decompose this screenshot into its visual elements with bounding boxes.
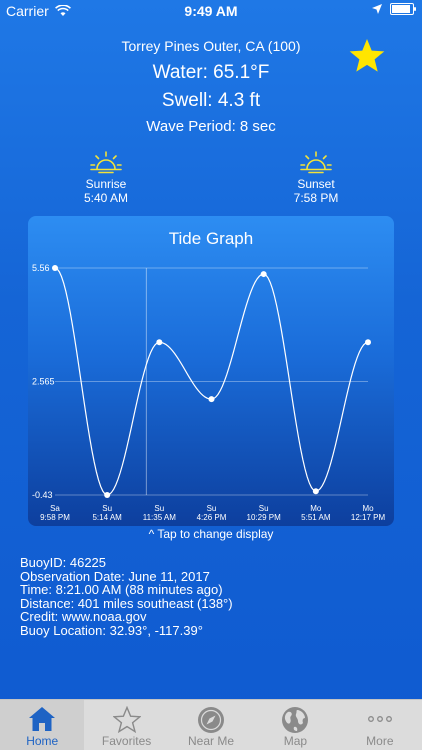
star-icon — [349, 39, 385, 72]
tab-near-me-label: Near Me — [188, 734, 235, 748]
favorite-star-button[interactable] — [348, 38, 386, 79]
x-tick-time: 12:17 PM — [351, 513, 386, 522]
y-tick-label: 5.56 — [32, 263, 50, 273]
x-tick-time: 10:29 PM — [247, 513, 282, 522]
tide-graph-card[interactable]: Tide Graph 5.56 2.565 -0.43 Sa 9:58 PM Su 5:14… — [28, 216, 394, 526]
tide-point — [104, 492, 111, 498]
home-icon — [29, 707, 56, 731]
tab-map[interactable]: Map — [253, 700, 337, 750]
tide-point — [365, 339, 371, 346]
compass-icon — [198, 707, 225, 733]
x-tick-day: Su — [207, 504, 217, 513]
battery-icon — [390, 3, 416, 15]
buoy-distance: Distance: 401 miles southeast (138°) — [20, 595, 233, 611]
buoy-location: Buoy Location: 32.93°, -117.39° — [20, 622, 203, 638]
tab-more-label: More — [366, 734, 394, 748]
x-tick-day: Su — [259, 504, 269, 513]
y-tick-label: -0.43 — [32, 490, 53, 500]
sunrise-label: Sunrise — [85, 177, 127, 191]
status-bar: Carrier 9:49 AM — [0, 0, 422, 22]
x-tick-day: Mo — [362, 504, 374, 513]
x-tick-day: Mo — [310, 504, 322, 513]
tide-point — [208, 396, 215, 403]
wave-period: Wave Period: 8 sec — [146, 118, 276, 135]
tide-point — [312, 488, 319, 495]
tab-map-label: Map — [283, 734, 308, 748]
x-tick-time: 4:26 PM — [197, 513, 227, 522]
sunrise-block: Sunrise 5:40 AM — [46, 150, 166, 205]
x-tick-day: Sa — [50, 504, 60, 513]
globe-icon — [282, 707, 309, 733]
tab-favorites-label: Favorites — [101, 734, 152, 748]
y-tick-label: 2.565 — [32, 377, 55, 387]
data-credit: Credit: www.noaa.gov — [20, 609, 147, 624]
x-tick-time: 5:14 AM — [92, 513, 122, 522]
tab-favorites[interactable]: Favorites — [84, 700, 168, 750]
x-tick-time: 11:35 AM — [143, 513, 177, 522]
star-outline-icon — [112, 706, 141, 733]
status-time: 9:49 AM — [184, 3, 238, 19]
buoy-id: BuoyID: 46225 — [20, 555, 107, 570]
tab-more[interactable]: More — [338, 700, 422, 750]
x-tick-day: Su — [102, 504, 112, 513]
tide-chart: 5.562.565-0.43Sa9:58 PMSu5:14 AMSu11:35 … — [32, 263, 386, 522]
tab-home-label: Home — [26, 734, 59, 748]
tab-home[interactable]: Home — [0, 700, 85, 750]
sunset-icon — [300, 151, 332, 174]
observation-time: Time: 8:21.00 AM (88 minutes ago) — [20, 582, 223, 597]
swell-height: Swell: 4.3 ft — [161, 90, 261, 111]
observation-date: Observation Date: June 11, 2017 — [20, 568, 210, 584]
sunset-block: Sunset 7:58 PM — [256, 150, 376, 205]
tap-hint: ^ Tap to change display — [148, 527, 274, 541]
buoy-info: BuoyID: 46225 Observation Date: June 11,… — [20, 556, 233, 637]
x-tick-time: 5:51 AM — [301, 513, 331, 522]
tide-point — [52, 265, 58, 271]
sunrise-icon — [90, 151, 122, 174]
tide-point — [156, 339, 163, 346]
location-arrow-icon — [372, 4, 382, 14]
tab-near-me[interactable]: Near Me — [169, 700, 253, 750]
sunset-time: 7:58 PM — [293, 191, 339, 205]
sunrise-time: 5:40 AM — [83, 191, 129, 205]
x-tick-day: Su — [154, 504, 164, 513]
more-dots-icon — [367, 716, 392, 722]
x-tick-time: 9:58 PM — [40, 513, 70, 522]
tide-point — [260, 271, 267, 278]
tab-bar: Home Favorites Near Me Map More — [0, 699, 422, 750]
sunset-label: Sunset — [297, 177, 335, 191]
